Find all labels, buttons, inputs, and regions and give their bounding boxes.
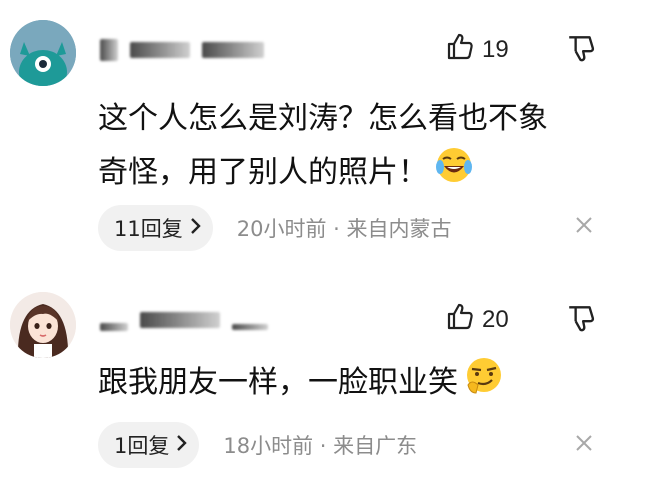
close-icon[interactable] <box>575 212 593 240</box>
smirking-emoji <box>464 355 504 412</box>
replies-button[interactable]: 11回复 <box>98 205 213 251</box>
dislike-button[interactable] <box>566 33 596 67</box>
dislike-button[interactable] <box>566 303 596 337</box>
thumbs-down-icon <box>566 306 596 337</box>
thumbs-down-icon <box>566 36 596 67</box>
chevron-right-icon <box>189 216 201 240</box>
comment-meta: 11回复 20小时前 · 来自内蒙古 <box>98 205 451 251</box>
thumbs-up-icon <box>446 32 474 67</box>
like-count: 20 <box>482 305 509 333</box>
comment-text-line: 跟我朋友一样，一脸职业笑 <box>98 365 458 400</box>
crying-laughing-emoji <box>434 145 474 202</box>
comment-text-line-2: 奇怪，用了别人的照片！ <box>98 145 598 202</box>
reply-count: 1回复 <box>114 434 170 458</box>
reply-count: 11回复 <box>114 217 183 241</box>
comment-text: 这个人怎么是刘涛？怎么看也不象 奇怪，用了别人的照片！ <box>98 93 598 202</box>
teal-cartoon-avatar-icon[interactable] <box>10 20 76 86</box>
comment-text: 跟我朋友一样，一脸职业笑 <box>98 355 598 412</box>
chevron-right-icon <box>175 433 188 457</box>
comment-text-line: 奇怪，用了别人的照片！ <box>98 155 428 190</box>
girl-portrait-avatar-icon[interactable] <box>10 292 76 358</box>
username-blurred[interactable] <box>100 39 264 61</box>
like-button[interactable]: 20 <box>446 302 509 337</box>
like-count: 19 <box>482 35 509 63</box>
thumbs-up-icon <box>446 302 474 337</box>
close-icon[interactable] <box>575 430 593 458</box>
comment-meta: 1回复 18小时前 · 来自广东 <box>98 422 417 468</box>
comment-text-line: 这个人怎么是刘涛？怎么看也不象 <box>98 101 548 136</box>
like-button[interactable]: 19 <box>446 32 509 67</box>
time-location: 18小时前 · 来自广东 <box>223 434 418 458</box>
replies-button[interactable]: 1回复 <box>98 422 200 468</box>
time-location: 20小时前 · 来自内蒙古 <box>236 217 452 241</box>
username-blurred[interactable] <box>100 310 268 331</box>
